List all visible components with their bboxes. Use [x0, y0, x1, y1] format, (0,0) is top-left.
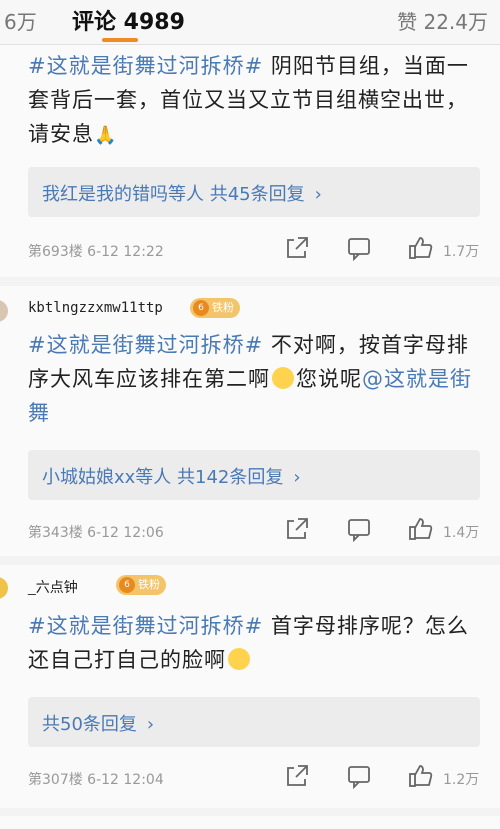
comment-meta: 第693楼 6-12 12:22 1.7万 [28, 235, 488, 265]
like-icon[interactable] [408, 516, 436, 544]
topic-link[interactable]: #这就是街舞过河拆桥# [28, 333, 263, 357]
pray-emoji-icon: 🙏 [94, 125, 118, 146]
comment-tab-bar: 6万 评论 4989 赞 22.4万 [0, 0, 500, 45]
comment-item[interactable]: #这就是街舞过河拆桥# 阴阳节目组，当面一套背后一套，首位又当又立节目组横空出世… [0, 45, 500, 277]
tab-shares[interactable]: 6万 [4, 6, 37, 35]
reply-summary-text: 小城姑娘xx等人 共142条回复 [42, 467, 284, 488]
like-count: 1.2万 [443, 772, 480, 788]
like-icon[interactable] [408, 763, 436, 791]
like-icon[interactable] [408, 235, 436, 263]
avatar[interactable] [0, 577, 8, 599]
chevron-right-icon: › [146, 714, 155, 735]
like-count: 1.7万 [443, 244, 480, 260]
crown-icon: 6 [119, 577, 135, 593]
comment-item[interactable]: _六点钟 6 铁粉 #这就是街舞过河拆桥# 首字母排序呢？怎么还自己打自己的脸啊 … [0, 565, 500, 808]
floor-time: 第307楼 6-12 12:04 [28, 772, 164, 788]
crown-icon: 6 [193, 300, 209, 316]
share-icon[interactable] [284, 763, 312, 791]
reply-summary-text: 共50条回复 [42, 714, 137, 735]
comment-meta: 第307楼 6-12 12:04 1.2万 [28, 763, 488, 793]
tab-likes[interactable]: 赞 22.4万 [397, 6, 488, 35]
comment-text: #这就是街舞过河拆桥# 首字母排序呢？怎么还自己打自己的脸啊 [28, 614, 469, 672]
comment-icon[interactable] [346, 235, 374, 263]
reply-summary-box[interactable]: 我红是我的错吗等人 共45条回复 › [28, 167, 480, 217]
chevron-right-icon: › [293, 467, 301, 488]
avatar[interactable] [0, 300, 8, 322]
like-count: 1.4万 [443, 525, 480, 541]
next-comment-peek [0, 816, 500, 829]
active-tab-indicator [102, 38, 138, 42]
thinking-emoji-icon [272, 367, 294, 389]
comment-meta: 第343楼 6-12 12:06 1.4万 [28, 516, 488, 546]
tab-comments[interactable]: 评论 4989 [72, 4, 185, 36]
floor-time: 第343楼 6-12 12:06 [28, 525, 164, 541]
floor-time: 第693楼 6-12 12:22 [28, 244, 164, 260]
reply-summary-box[interactable]: 共50条回复 › [28, 697, 480, 747]
fan-badge: 6 铁粉 [116, 575, 166, 595]
comment-item[interactable]: kbtlngzzxmw11ttp 6 铁粉 #这就是街舞过河拆桥# 不对啊，按首字… [0, 286, 500, 556]
topic-link[interactable]: #这就是街舞过河拆桥# [28, 614, 263, 638]
comment-text: #这就是街舞过河拆桥# 不对啊，按首字母排序大风车应该排在第二啊 您说呢@这就是街… [28, 333, 472, 425]
share-icon[interactable] [284, 235, 312, 263]
reply-summary-text: 我红是我的错吗等人 共45条回复 [42, 184, 305, 205]
comment-text: #这就是街舞过河拆桥# 阴阳节目组，当面一套背后一套，首位又当又立节目组横空出世… [28, 54, 469, 146]
comment-icon[interactable] [346, 763, 374, 791]
username[interactable]: kbtlngzzxmw11ttp [28, 300, 163, 316]
share-icon[interactable] [284, 516, 312, 544]
shocked-emoji-icon [228, 648, 250, 670]
comment-icon[interactable] [346, 516, 374, 544]
fan-badge: 6 铁粉 [190, 298, 240, 318]
username[interactable]: _六点钟 [28, 577, 78, 597]
chevron-right-icon: › [314, 184, 322, 205]
topic-link[interactable]: #这就是街舞过河拆桥# [28, 54, 263, 78]
reply-summary-box[interactable]: 小城姑娘xx等人 共142条回复 › [28, 450, 480, 500]
